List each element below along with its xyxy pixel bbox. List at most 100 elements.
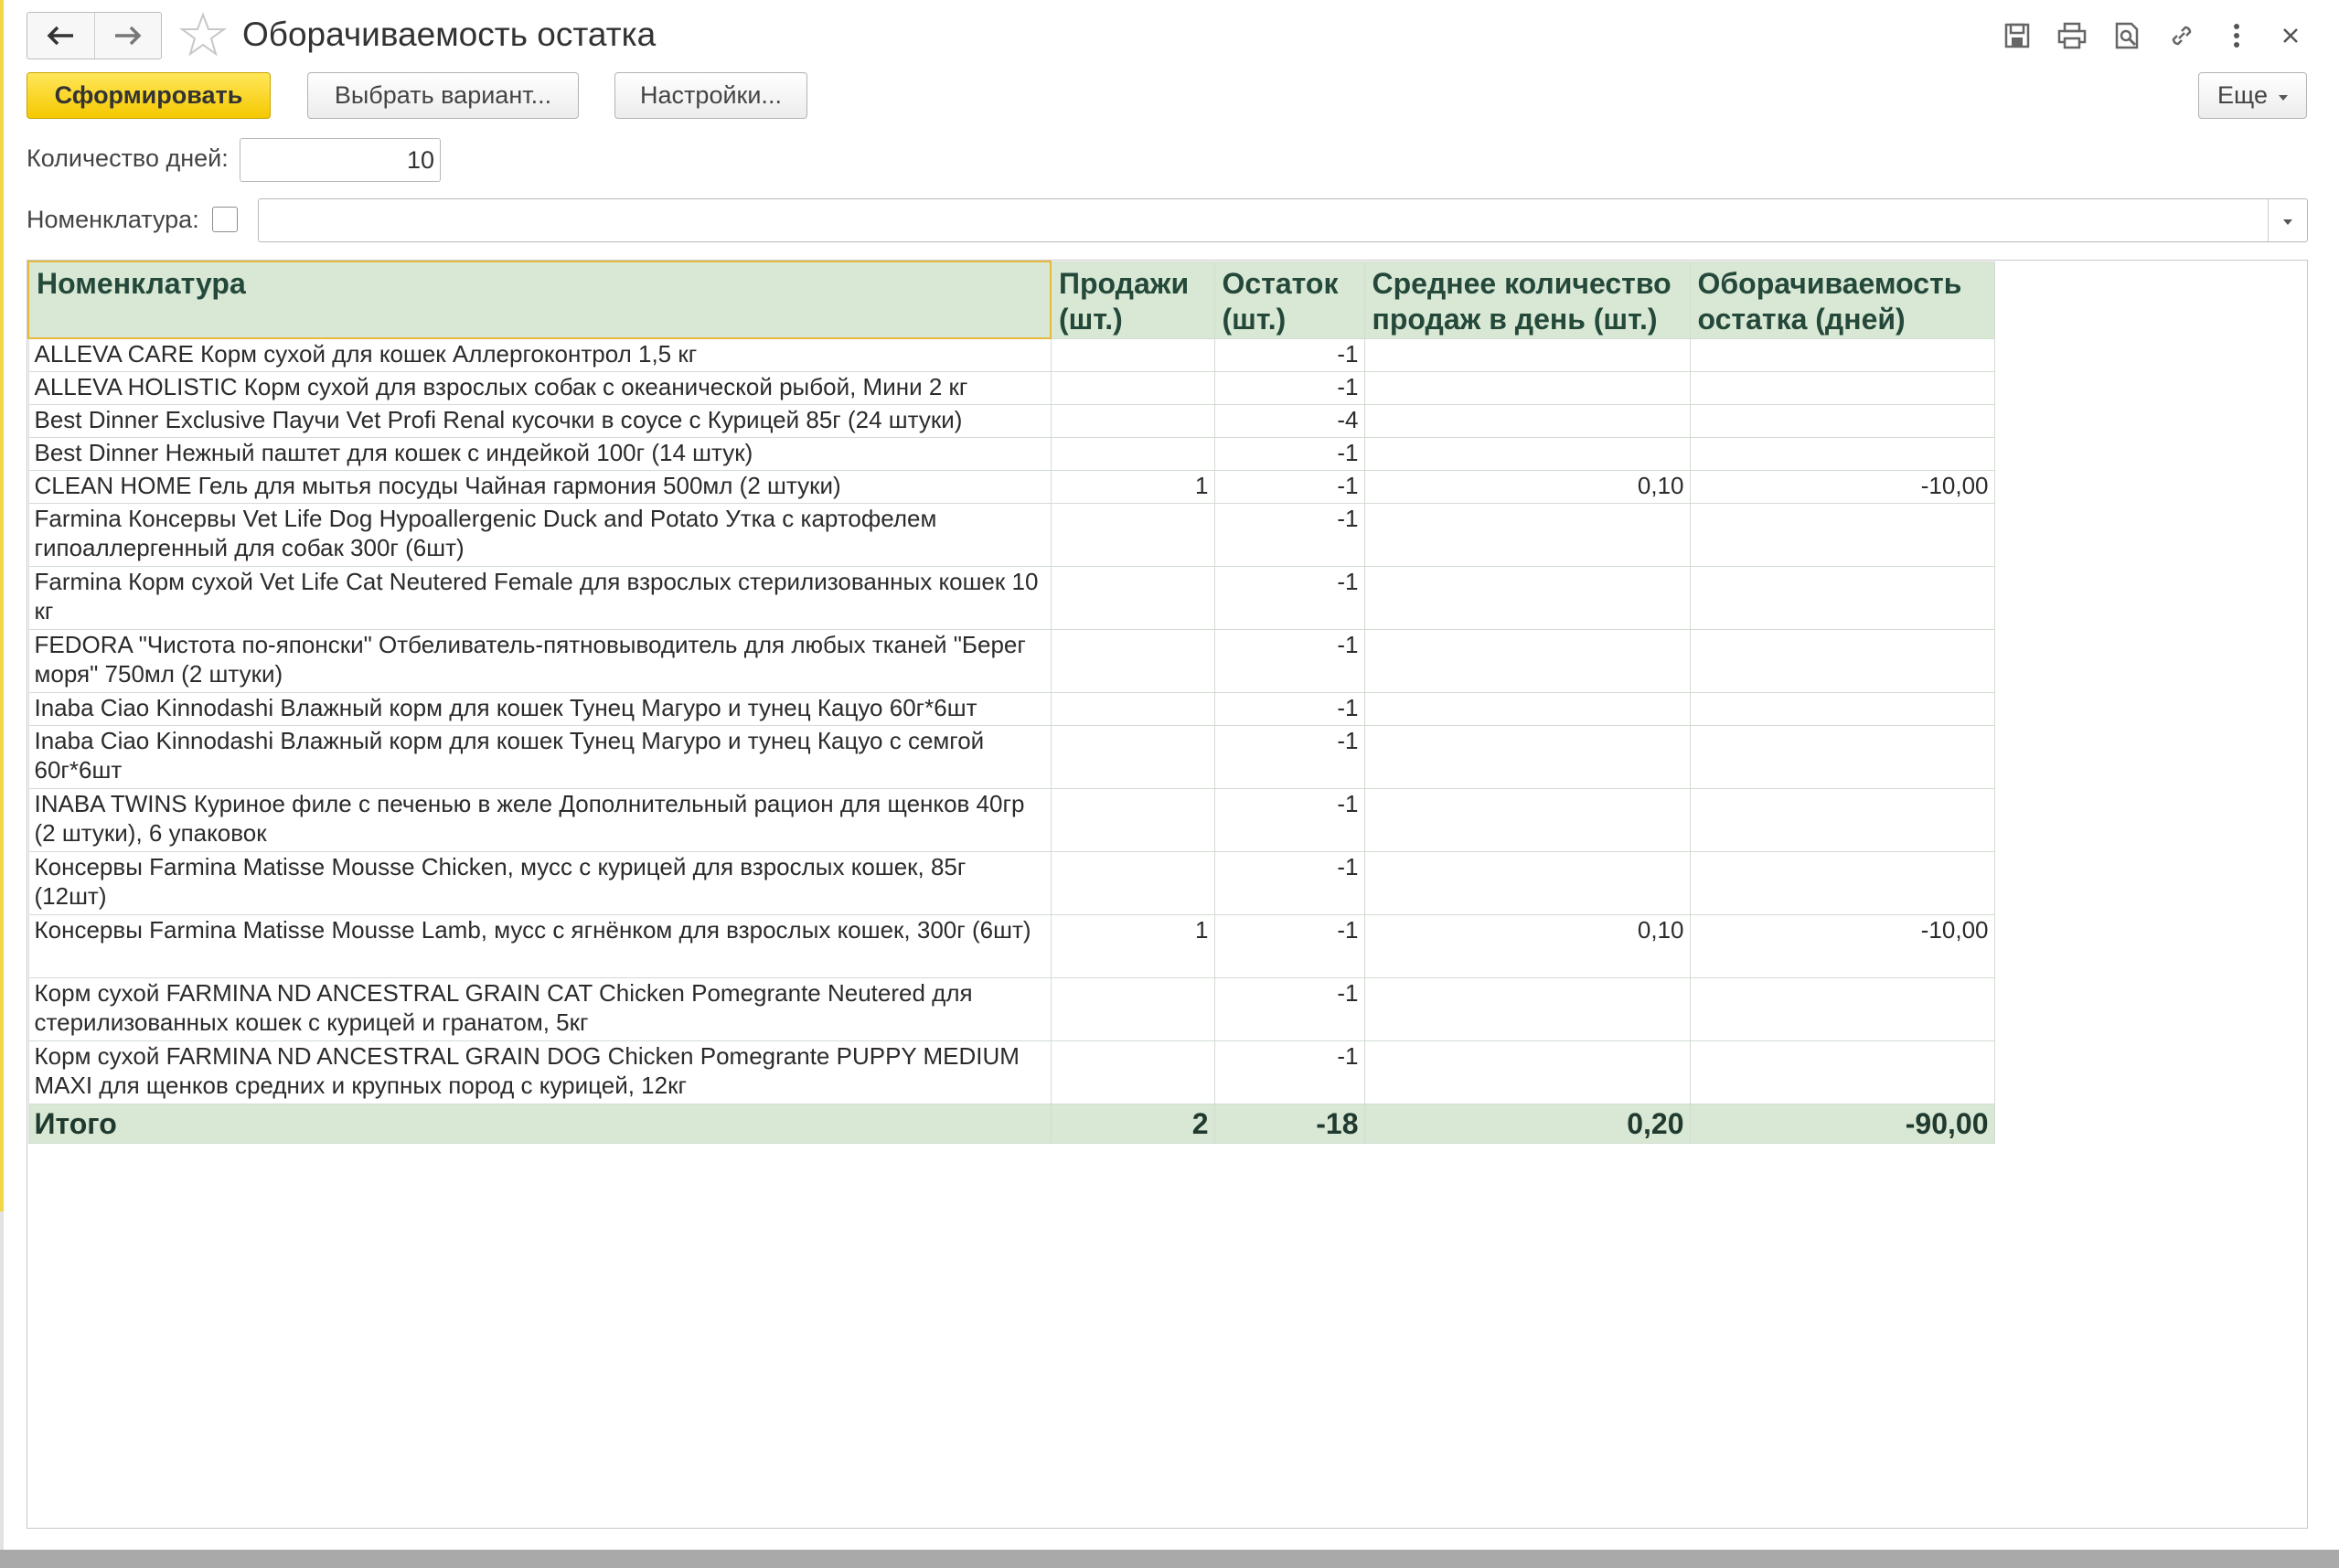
table-row[interactable]: Best Dinner Exclusive Паучи Vet Profi Re… [27, 403, 1995, 438]
table-row[interactable]: Best Dinner Нежный паштет для кошек с ин… [27, 436, 1995, 471]
cell-turnover[interactable] [1689, 370, 1995, 405]
cell-stock[interactable]: -1 [1213, 850, 1365, 915]
cell-avg[interactable] [1363, 691, 1691, 726]
column-header-stock[interactable]: Остаток (шт.) [1213, 261, 1365, 339]
cell-turnover[interactable] [1689, 628, 1995, 693]
cell-sales[interactable] [1050, 1040, 1215, 1104]
link-button[interactable] [2164, 18, 2199, 53]
table-row[interactable]: Farmina Консервы Vet Life Dog Hypoallerg… [27, 502, 1995, 567]
cell-name[interactable]: ALLEVA HOLISTIC Корм сухой для взрослых … [27, 370, 1052, 405]
cell-turnover[interactable]: -10,00 [1689, 469, 1995, 504]
table-row[interactable]: ALLEVA HOLISTIC Корм сухой для взрослых … [27, 370, 1995, 405]
cell-avg[interactable] [1363, 403, 1691, 438]
close-button[interactable] [2273, 18, 2308, 53]
cell-sales[interactable] [1050, 787, 1215, 852]
save-button[interactable] [2000, 18, 2035, 53]
days-input[interactable]: 10 [240, 138, 441, 182]
cell-turnover[interactable] [1689, 850, 1995, 915]
cell-stock[interactable]: -1 [1213, 1040, 1365, 1104]
cell-turnover[interactable] [1689, 502, 1995, 567]
cell-avg[interactable]: 0,10 [1363, 469, 1691, 504]
cell-stock[interactable]: -1 [1213, 913, 1365, 978]
favorite-star-button[interactable] [178, 11, 228, 59]
table-row[interactable]: Inaba Ciao Kinnodashi Влажный корм для к… [27, 691, 1995, 726]
cell-sales[interactable] [1050, 502, 1215, 567]
cell-name[interactable]: CLEAN HOME Гель для мытья посуды Чайная … [27, 469, 1052, 504]
cell-sales[interactable] [1050, 976, 1215, 1041]
column-header-avg[interactable]: Среднее количество продаж в день (шт.) [1363, 261, 1691, 339]
cell-turnover[interactable] [1689, 1040, 1995, 1104]
cell-name[interactable]: FEDORA "Чистота по-японски" Отбеливатель… [27, 628, 1052, 693]
cell-sales[interactable] [1050, 850, 1215, 915]
cell-name[interactable]: Inaba Ciao Kinnodashi Влажный корм для к… [27, 724, 1052, 789]
cell-sales[interactable] [1050, 403, 1215, 438]
column-header-name[interactable]: Номенклатура [27, 261, 1052, 339]
cell-avg[interactable]: 0,10 [1363, 913, 1691, 978]
cell-avg[interactable] [1363, 628, 1691, 693]
cell-stock[interactable]: -1 [1213, 787, 1365, 852]
cell-stock[interactable]: -1 [1213, 370, 1365, 405]
cell-avg[interactable] [1363, 565, 1691, 630]
cell-avg[interactable] [1363, 337, 1691, 372]
cell-turnover[interactable] [1689, 976, 1995, 1041]
cell-stock[interactable]: -1 [1213, 502, 1365, 567]
cell-sales[interactable]: 1 [1050, 913, 1215, 978]
table-row[interactable]: Inaba Ciao Kinnodashi Влажный корм для к… [27, 724, 1995, 789]
cell-stock[interactable]: -1 [1213, 976, 1365, 1041]
cell-sales[interactable] [1050, 565, 1215, 630]
cell-sales[interactable] [1050, 691, 1215, 726]
cell-turnover[interactable]: -10,00 [1689, 913, 1995, 978]
cell-name[interactable]: Inaba Ciao Kinnodashi Влажный корм для к… [27, 691, 1052, 726]
table-row[interactable]: CLEAN HOME Гель для мытья посуды Чайная … [27, 469, 1995, 504]
cell-turnover[interactable] [1689, 691, 1995, 726]
cell-stock[interactable]: -1 [1213, 469, 1365, 504]
more-actions-button[interactable] [2219, 18, 2254, 53]
more-button[interactable]: Еще [2198, 72, 2307, 119]
cell-turnover[interactable] [1689, 337, 1995, 372]
cell-avg[interactable] [1363, 1040, 1691, 1104]
cell-turnover[interactable] [1689, 436, 1995, 471]
cell-name[interactable]: Farmina Консервы Vet Life Dog Hypoallerg… [27, 502, 1052, 567]
cell-name[interactable]: Корм сухой FARMINA ND ANCESTRAL GRAIN DO… [27, 1040, 1052, 1104]
table-row[interactable]: Корм сухой FARMINA ND ANCESTRAL GRAIN CA… [27, 976, 1995, 1041]
cell-sales[interactable] [1050, 436, 1215, 471]
cell-stock[interactable]: -1 [1213, 691, 1365, 726]
cell-stock[interactable]: -1 [1213, 565, 1365, 630]
report-area[interactable]: Номенклатура Продажи (шт.) Остаток (шт.)… [27, 260, 2308, 1529]
cell-name[interactable]: Best Dinner Нежный паштет для кошек с ин… [27, 436, 1052, 471]
cell-name[interactable]: Farmina Корм сухой Vet Life Cat Neutered… [27, 565, 1052, 630]
cell-stock[interactable]: -1 [1213, 724, 1365, 789]
cell-stock[interactable]: -1 [1213, 337, 1365, 372]
generate-button[interactable]: Сформировать [27, 72, 271, 119]
cell-sales[interactable] [1050, 337, 1215, 372]
cell-turnover[interactable] [1689, 403, 1995, 438]
forward-button[interactable] [93, 13, 162, 59]
table-row[interactable]: INABA TWINS Куриное филе с печенью в жел… [27, 787, 1995, 852]
table-row[interactable]: Консервы Farmina Matisse Mousse Chicken,… [27, 850, 1995, 915]
cell-avg[interactable] [1363, 724, 1691, 789]
cell-avg[interactable] [1363, 436, 1691, 471]
table-row[interactable]: FEDORA "Чистота по-японски" Отбеливатель… [27, 628, 1995, 693]
cell-name[interactable]: ALLEVA CARE Корм сухой для кошек Аллерго… [27, 337, 1052, 372]
column-header-turnover[interactable]: Оборачиваемость остатка (дней) [1689, 261, 1995, 339]
nomenclature-input[interactable] [258, 198, 2308, 242]
back-button[interactable] [27, 13, 94, 59]
cell-avg[interactable] [1363, 850, 1691, 915]
preview-button[interactable] [2109, 18, 2144, 53]
cell-name[interactable]: Корм сухой FARMINA ND ANCESTRAL GRAIN CA… [27, 976, 1052, 1041]
column-header-sales[interactable]: Продажи (шт.) [1050, 261, 1215, 339]
cell-sales[interactable]: 1 [1050, 469, 1215, 504]
cell-avg[interactable] [1363, 976, 1691, 1041]
cell-turnover[interactable] [1689, 724, 1995, 789]
cell-sales[interactable] [1050, 628, 1215, 693]
cell-name[interactable]: Консервы Farmina Matisse Mousse Lamb, му… [27, 913, 1052, 978]
print-button[interactable] [2055, 18, 2089, 53]
cell-turnover[interactable] [1689, 787, 1995, 852]
table-row[interactable]: Farmina Корм сухой Vet Life Cat Neutered… [27, 565, 1995, 630]
cell-name[interactable]: INABA TWINS Куриное филе с печенью в жел… [27, 787, 1052, 852]
nomenclature-dropdown-button[interactable] [2268, 199, 2307, 241]
cell-sales[interactable] [1050, 370, 1215, 405]
cell-stock[interactable]: -1 [1213, 436, 1365, 471]
table-row[interactable]: ALLEVA CARE Корм сухой для кошек Аллерго… [27, 337, 1995, 372]
choose-variant-button[interactable]: Выбрать вариант... [307, 72, 579, 119]
